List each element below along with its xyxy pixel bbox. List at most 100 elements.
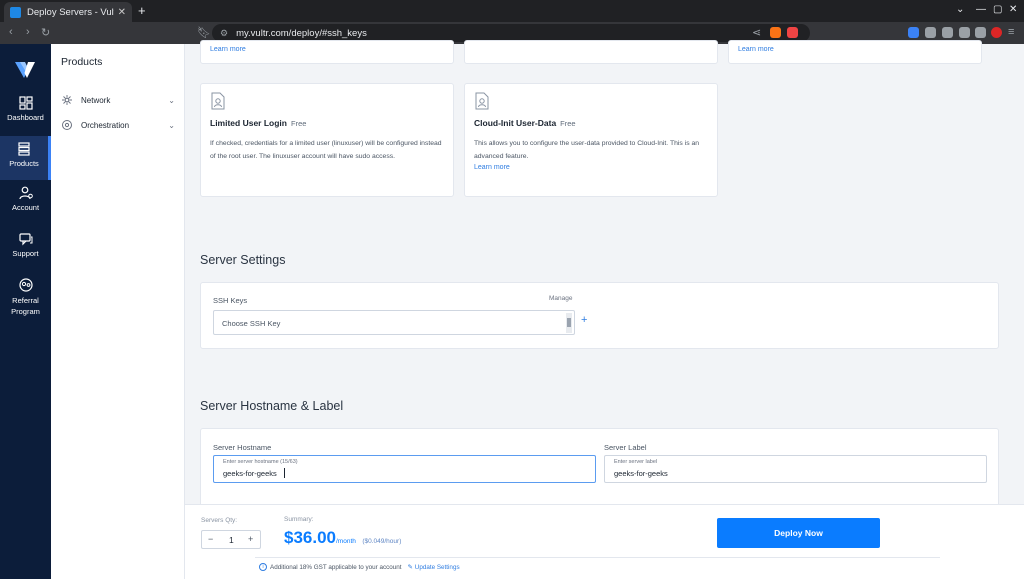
browser-tab[interactable]: Deploy Servers - Vultr.co ✕	[4, 2, 132, 22]
bookmark-icon[interactable]: 🔖︎	[197, 26, 211, 39]
support-chat-icon	[18, 233, 32, 246]
server-hostname-input[interactable]: Enter server hostname (15/63) geeks-for-…	[213, 455, 596, 483]
cloud-init-card[interactable]: Cloud-Init User-Data Free This allows you…	[464, 83, 718, 197]
card-description: This allows you to configure the user-da…	[474, 140, 700, 160]
vultr-favicon-icon	[10, 6, 21, 18]
vultr-logo-icon[interactable]	[14, 59, 36, 81]
rail-label: Account	[11, 203, 40, 212]
learn-more-link[interactable]: Learn more	[474, 164, 510, 171]
maximize-icon[interactable]: ▢	[993, 4, 1002, 15]
user-document-icon	[211, 92, 225, 110]
servers-qty-stepper: − 1 +	[201, 530, 261, 549]
manage-link[interactable]: Manage	[549, 295, 573, 302]
submenu-item-network[interactable]: Network ⌄	[61, 92, 179, 108]
deploy-footer: Servers Qty: − 1 + Summary: $36.00/month…	[185, 504, 1024, 579]
rail-item-account[interactable]: Account	[0, 186, 51, 230]
servers-qty-label: Servers Qty:	[201, 517, 238, 524]
ssh-key-select[interactable]: Choose SSH Key	[213, 310, 575, 335]
reload-icon[interactable]: ↻	[41, 26, 50, 39]
forward-icon[interactable]: ›	[26, 26, 30, 38]
new-tab-icon[interactable]: +	[138, 3, 146, 18]
extension-icon[interactable]	[908, 27, 919, 38]
learn-more-link[interactable]: Learn more	[210, 46, 246, 53]
wallet-icon[interactable]	[975, 27, 986, 38]
qty-decrease-button[interactable]: −	[208, 534, 213, 544]
server-settings-title: Server Settings	[200, 253, 286, 267]
profile-avatar-icon[interactable]	[991, 27, 1002, 38]
card-title-text: Cloud-Init User-Data	[474, 118, 557, 128]
server-settings-card: SSH Keys Manage Choose SSH Key +	[200, 282, 999, 349]
rail-label: Support	[12, 249, 39, 258]
hostname-label-title: Server Hostname & Label	[200, 399, 344, 413]
brave-rewards-icon[interactable]	[787, 27, 798, 38]
feature-card-top-middle	[464, 40, 718, 64]
tab-list-icon[interactable]: ⌄	[956, 4, 964, 15]
learn-more-link[interactable]: Learn more	[738, 46, 774, 53]
per-month-text: /month	[336, 538, 356, 545]
products-icon	[18, 142, 30, 156]
rail-label: Referral Program	[11, 296, 40, 316]
scroll-thumb[interactable]	[567, 318, 571, 327]
sidebar-icon[interactable]	[959, 27, 970, 38]
extension-icon[interactable]	[925, 27, 936, 38]
deploy-main: Learn more Learn more Limited User Login…	[185, 40, 1024, 579]
extensions-puzzle-icon[interactable]	[942, 27, 953, 38]
rail-item-dashboard[interactable]: Dashboard	[0, 96, 51, 140]
share-icon[interactable]: ⋖	[752, 26, 761, 39]
server-label-label: Server Label	[604, 443, 647, 452]
submenu-header: Products	[61, 56, 103, 68]
text-cursor	[284, 468, 285, 478]
info-icon: i	[259, 563, 267, 571]
label-value: geeks-for-geeks	[614, 469, 668, 478]
hostname-hint: Enter server hostname (15/63)	[223, 459, 298, 465]
rail-label: Dashboard	[7, 113, 44, 122]
orchestration-icon	[62, 120, 72, 130]
tab-title: Deploy Servers - Vultr.co	[27, 6, 114, 18]
rail-item-referral-program[interactable]: Referral Program	[0, 278, 51, 330]
price-summary: $36.00/month ($0.049/hour)	[284, 528, 401, 548]
ssh-key-placeholder: Choose SSH Key	[222, 319, 281, 328]
qty-value[interactable]: 1	[229, 535, 234, 545]
menu-icon[interactable]: ≡	[1008, 26, 1014, 38]
footer-divider	[255, 557, 940, 558]
pencil-icon[interactable]: ✎	[408, 564, 413, 571]
hostname-label-card: Server Hostname Enter server hostname (1…	[200, 428, 999, 508]
deploy-now-button[interactable]: Deploy Now	[717, 518, 880, 548]
feature-card-top-left: Learn more	[200, 40, 454, 64]
close-window-icon[interactable]: ✕	[1009, 4, 1017, 15]
rail-item-products[interactable]: Products	[0, 136, 51, 180]
hostname-value: geeks-for-geeks	[223, 469, 277, 478]
add-ssh-key-button[interactable]: +	[581, 314, 587, 326]
summary-label: Summary:	[284, 516, 314, 523]
gst-note: i Additional 18% GST applicable to your …	[259, 563, 460, 571]
chevron-down-icon: ⌄	[168, 120, 175, 130]
free-badge: Free	[290, 119, 307, 128]
browser-tabbar: Deploy Servers - Vultr.co ✕ + ⌄ — ▢ ✕	[0, 0, 1024, 22]
limited-user-login-card[interactable]: Limited User Login Free If checked, crede…	[200, 83, 454, 197]
brave-shield-icon[interactable]	[770, 27, 781, 38]
back-icon[interactable]: ‹	[9, 26, 13, 38]
cloud-document-icon	[475, 92, 489, 110]
server-hostname-label: Server Hostname	[213, 443, 272, 452]
hourly-price: ($0.049/hour)	[362, 538, 402, 545]
card-title: Cloud-Init User-Data Free	[474, 118, 576, 128]
referral-icon	[18, 278, 33, 292]
submenu-label: Network	[81, 95, 111, 105]
site-settings-icon[interactable]: ⚙︎	[220, 28, 228, 39]
minimize-icon[interactable]: —	[976, 4, 986, 15]
feature-card-top-right: Learn more	[728, 40, 982, 64]
close-tab-icon[interactable]: ✕	[118, 7, 126, 18]
server-label-input[interactable]: Enter server label geeks-for-geeks	[604, 455, 987, 483]
card-title: Limited User Login Free	[210, 118, 306, 128]
monthly-price: $36.00	[284, 528, 336, 547]
network-icon	[62, 95, 72, 105]
products-submenu: Products Network ⌄ Orchestration ⌄	[51, 44, 185, 579]
rail-item-support[interactable]: Support	[0, 232, 51, 276]
submenu-label: Orchestration	[81, 120, 130, 130]
qty-increase-button[interactable]: +	[248, 534, 253, 544]
submenu-item-orchestration[interactable]: Orchestration ⌄	[61, 117, 179, 133]
url-text: my.vultr.com/deploy/#ssh_keys	[236, 27, 367, 39]
select-scrollbar[interactable]	[566, 313, 572, 333]
update-settings-link[interactable]: Update Settings	[415, 564, 460, 571]
gst-note-text: Additional 18% GST applicable to your ac…	[270, 563, 402, 571]
